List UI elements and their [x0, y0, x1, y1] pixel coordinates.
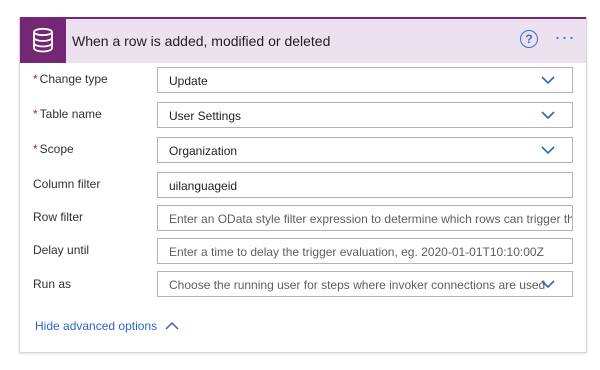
- chevron-down-icon: [541, 111, 555, 120]
- delay-until-placeholder: Enter a time to delay the trigger evalua…: [169, 245, 544, 259]
- table-name-label: * Table name: [33, 107, 102, 121]
- row-filter-label: Row filter: [33, 210, 84, 224]
- scope-label: * Scope: [33, 142, 74, 156]
- change-type-dropdown[interactable]: Update: [157, 67, 573, 93]
- more-horizontal-icon[interactable]: ···: [553, 27, 577, 47]
- change-type-value: Update: [169, 74, 208, 88]
- chevron-down-icon: [541, 146, 555, 155]
- trigger-card: When a row is added, modified or deleted…: [19, 17, 587, 353]
- column-filter-input[interactable]: uilanguageid: [157, 172, 573, 198]
- row-filter-input[interactable]: Enter an OData style filter expression t…: [157, 205, 573, 231]
- row-filter-placeholder: Enter an OData style filter expression t…: [169, 212, 573, 226]
- change-type-label-text: Change type: [39, 72, 108, 86]
- run-as-dropdown[interactable]: Choose the running user for steps where …: [157, 271, 573, 297]
- run-as-placeholder: Choose the running user for steps where …: [169, 278, 546, 292]
- chevron-down-icon: [541, 280, 555, 289]
- column-filter-label: Column filter: [33, 177, 101, 191]
- table-name-value: User Settings: [169, 109, 242, 123]
- hide-advanced-options-link[interactable]: Hide advanced options: [35, 319, 179, 333]
- help-circle-icon[interactable]: ?: [520, 30, 538, 48]
- scope-label-text: Scope: [39, 142, 74, 156]
- run-as-label: Run as: [33, 277, 72, 291]
- delay-until-label: Delay until: [33, 243, 90, 257]
- chevron-up-icon: [165, 321, 179, 330]
- column-filter-value: uilanguageid: [169, 179, 238, 193]
- scope-value: Organization: [169, 144, 238, 158]
- required-mark: *: [33, 142, 38, 156]
- table-name-dropdown[interactable]: User Settings: [157, 102, 573, 128]
- required-mark: *: [33, 107, 38, 121]
- trigger-header[interactable]: When a row is added, modified or deleted…: [20, 17, 586, 63]
- delay-until-input[interactable]: Enter a time to delay the trigger evalua…: [157, 238, 573, 264]
- scope-dropdown[interactable]: Organization: [157, 137, 573, 163]
- hide-advanced-options-label: Hide advanced options: [35, 319, 158, 333]
- database-icon: [20, 17, 66, 63]
- trigger-title: When a row is added, modified or deleted: [72, 33, 331, 49]
- required-mark: *: [33, 72, 38, 86]
- change-type-label: * Change type: [33, 72, 108, 86]
- chevron-down-icon: [541, 76, 555, 85]
- table-name-label-text: Table name: [39, 107, 102, 121]
